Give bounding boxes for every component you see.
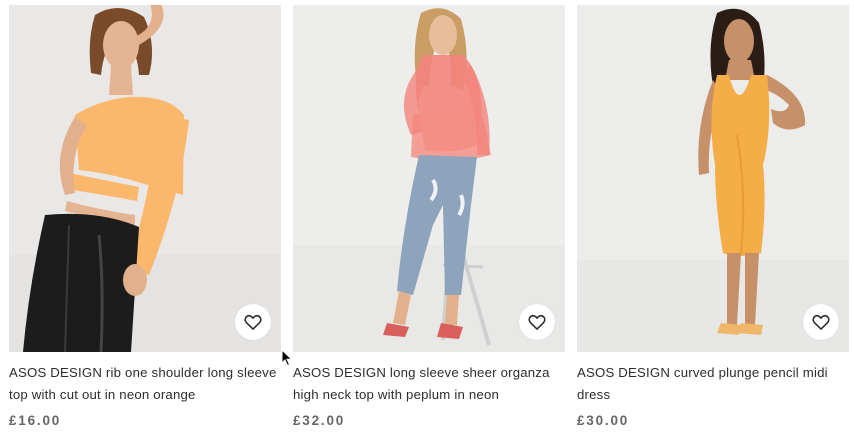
save-for-later-button[interactable] [519,304,555,340]
product-title[interactable]: ASOS DESIGN curved plunge pencil midi dr… [577,362,845,406]
product-card[interactable]: ASOS DESIGN rib one shoulder long sleeve… [9,5,281,428]
product-price: £30.00 [577,413,630,428]
product-photo [577,5,849,352]
product-card[interactable]: ASOS DESIGN curved plunge pencil midi dr… [577,5,849,428]
heart-icon [244,314,262,330]
product-photo [293,5,565,352]
heart-icon [528,314,546,330]
save-for-later-button[interactable] [803,304,839,340]
product-photo [9,5,281,352]
product-title[interactable]: ASOS DESIGN rib one shoulder long sleeve… [9,362,277,406]
mouse-pointer-icon [281,349,293,367]
save-for-later-button[interactable] [235,304,271,340]
product-price: £16.00 [9,413,62,428]
product-price: £32.00 [293,413,346,428]
product-title[interactable]: ASOS DESIGN long sleeve sheer organza hi… [293,362,561,406]
product-image[interactable] [577,5,849,352]
product-image[interactable] [293,5,565,352]
product-grid: ASOS DESIGN rib one shoulder long sleeve… [0,0,854,438]
heart-icon [812,314,830,330]
product-card[interactable]: ASOS DESIGN long sleeve sheer organza hi… [293,5,565,428]
product-image[interactable] [9,5,281,352]
